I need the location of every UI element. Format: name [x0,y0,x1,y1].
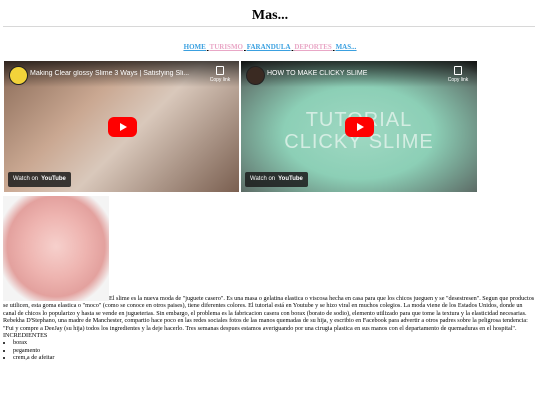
main-nav: HOME TURISMO FARANDULA DEPORTES MAS... [0,43,540,51]
channel-avatar[interactable] [246,66,265,85]
nav-turismo-link[interactable]: TURISMO [210,43,243,51]
copy-icon [454,66,462,75]
copy-icon [216,66,224,75]
watch-on-label: Watch on [250,176,276,182]
channel-avatar[interactable] [9,66,28,85]
list-item: pegamento [13,347,535,354]
article-paragraph: El slime es la nueva moda de "juguete ca… [3,295,535,340]
title-divider [3,26,535,27]
nav-deportes-link[interactable]: DEPORTES [294,43,332,51]
play-button[interactable] [345,116,374,137]
copy-link-label: Copy link [447,77,469,83]
nav-farandula-link[interactable]: FARANDULA [247,43,291,51]
copy-link-button[interactable]: Copy link [209,66,231,83]
site-title: Mas... [251,8,289,23]
ingredients-list: borax pegamento crem,a de afeitar [3,339,535,361]
copy-link-button[interactable]: Copy link [447,66,469,83]
list-item: borax [13,339,535,346]
watch-on-label: Watch on [13,176,39,182]
video-embed-clear-slime[interactable]: Making Clear glossy Slime 3 Ways | Satis… [4,61,239,192]
list-item: crem,a de afeitar [13,354,535,361]
watch-on-youtube-button[interactable]: Watch on YouTube [8,172,71,187]
nav-mas-link[interactable]: MAS... [336,43,357,51]
copy-link-label: Copy link [209,77,231,83]
video-title[interactable]: HOW TO MAKE CLICKY SLIME [267,70,437,77]
video-title[interactable]: Making Clear glossy Slime 3 Ways | Satis… [30,70,200,77]
pink-slime-image [3,196,109,301]
youtube-logo-text: YouTube [278,176,303,182]
video-embed-clicky-slime[interactable]: TUTORIAL CLICKY SLIME HOW TO MAKE CLICKY… [241,61,477,192]
youtube-logo-text: YouTube [41,176,66,182]
play-button[interactable] [107,116,137,137]
watch-on-youtube-button[interactable]: Watch on YouTube [245,172,308,187]
nav-home-link[interactable]: HOME [184,43,206,51]
article-body: El slime es la nueva moda de "juguete ca… [3,295,535,362]
